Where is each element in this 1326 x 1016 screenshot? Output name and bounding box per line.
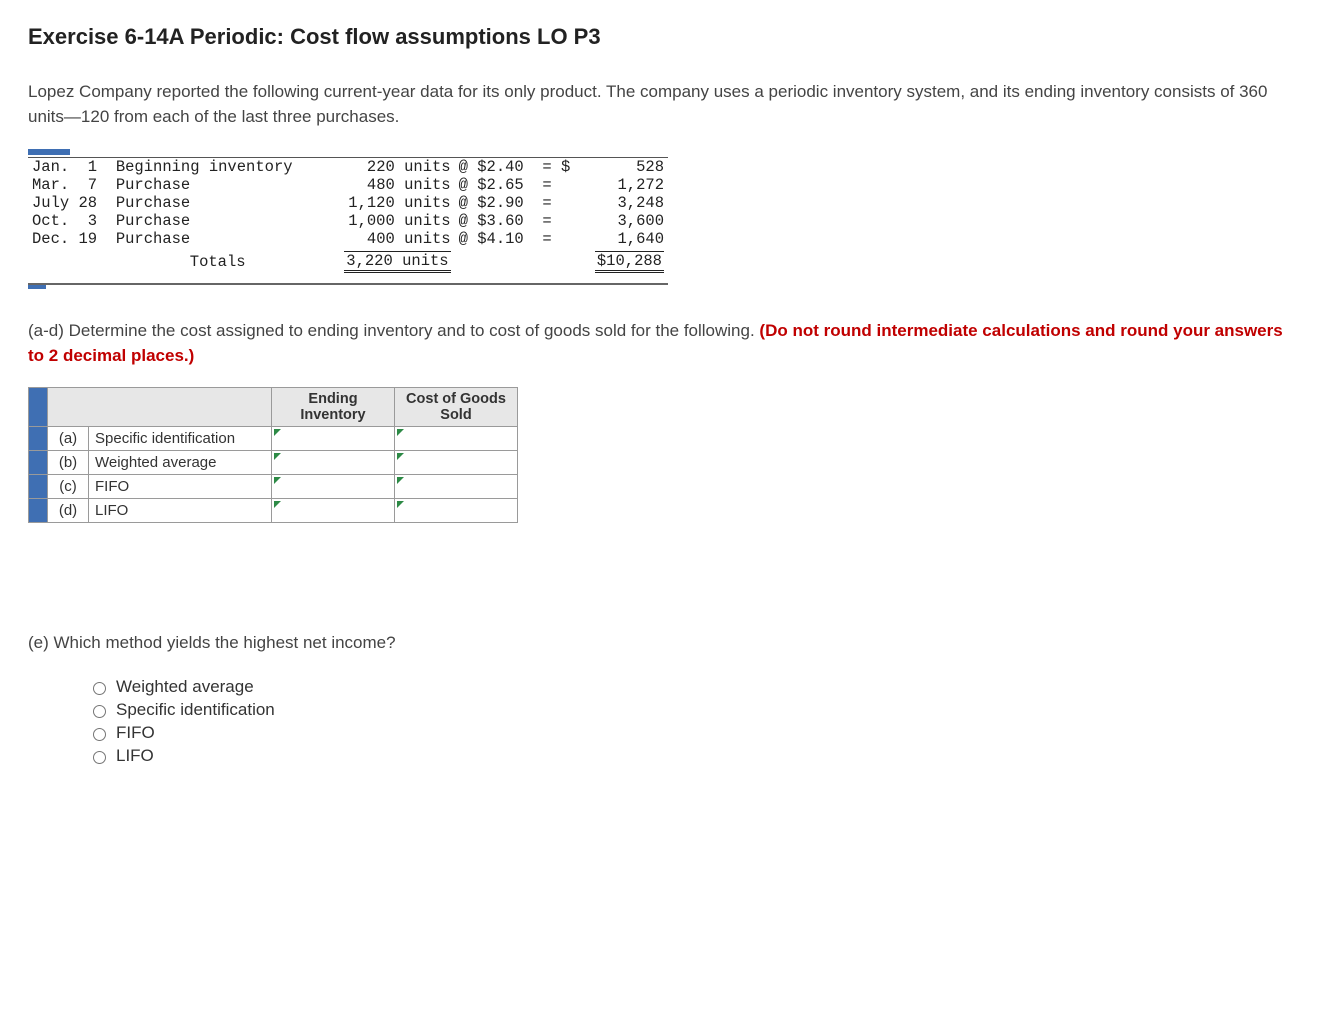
edit-indicator-icon [397,501,404,508]
option-specific-identification[interactable]: Specific identification [88,700,1298,720]
input-ei-b[interactable] [272,450,395,474]
input-cogs-b[interactable] [395,450,518,474]
input-cogs-d[interactable] [395,498,518,522]
intro-text: Lopez Company reported the following cur… [28,80,1298,129]
option-fifo[interactable]: FIFO [88,723,1298,743]
cell-amount: 1,272 [580,176,668,194]
row-method: Specific identification [89,426,272,450]
radio-specific-identification[interactable] [93,705,106,718]
radio-fifo[interactable] [93,728,106,741]
grid-row: (d) LIFO [29,498,518,522]
row-selector[interactable] [29,498,48,522]
row-letter: (d) [48,498,89,522]
cell-eq: = $ [538,158,579,177]
cell-eq: = [538,230,579,248]
header-cogs: Cost of Goods Sold [395,387,518,426]
grid-row: (b) Weighted average [29,450,518,474]
inventory-panel: Jan. 1 Beginning inventory 220 units @ $… [28,149,668,289]
grid-row: (c) FIFO [29,474,518,498]
cell-desc: Purchase [112,212,324,230]
cell-units: 400 units [324,230,455,248]
edit-indicator-icon [397,453,404,460]
cell-amount: 3,600 [580,212,668,230]
table-row: Jan. 1 Beginning inventory 220 units @ $… [28,158,668,177]
table-row: Mar. 7 Purchase 480 units @ $2.65 = 1,27… [28,176,668,194]
cell-desc: Beginning inventory [112,158,324,177]
cell-desc: Purchase [112,176,324,194]
edit-indicator-icon [397,477,404,484]
cell-eq: = [538,212,579,230]
header-selector [29,387,48,426]
selection-highlight [28,149,70,155]
options-group: Weighted average Specific identification… [88,677,1298,766]
ad-text: (a-d) Determine the cost assigned to end… [28,321,759,340]
edit-indicator-icon [397,429,404,436]
cell-at: @ $3.60 [455,212,539,230]
row-method: LIFO [89,498,272,522]
cell-units: 1,000 units [324,212,455,230]
row-letter: (a) [48,426,89,450]
option-lifo[interactable]: LIFO [88,746,1298,766]
table-row: Oct. 3 Purchase 1,000 units @ $3.60 = 3,… [28,212,668,230]
table-row: July 28 Purchase 1,120 units @ $2.90 = 3… [28,194,668,212]
option-label: Specific identification [116,700,275,720]
divider [28,283,668,285]
cell-at: @ $2.40 [455,158,539,177]
edit-indicator-icon [274,501,281,508]
question-e: (e) Which method yields the highest net … [28,633,1298,653]
edit-indicator-icon [274,453,281,460]
row-letter: (b) [48,450,89,474]
cell-date: Oct. 3 [28,212,112,230]
inventory-table: Jan. 1 Beginning inventory 220 units @ $… [28,157,668,273]
question-ad: (a-d) Determine the cost assigned to end… [28,319,1298,368]
input-ei-c[interactable] [272,474,395,498]
row-method: Weighted average [89,450,272,474]
header-ending-inventory: Ending Inventory [272,387,395,426]
cell-units: 220 units [324,158,455,177]
cell-eq: = [538,194,579,212]
option-label: Weighted average [116,677,254,697]
cell-at: @ $4.10 [455,230,539,248]
input-ei-d[interactable] [272,498,395,522]
row-letter: (c) [48,474,89,498]
cell-desc: Purchase [112,230,324,248]
cell-amount: 528 [580,158,668,177]
totals-label: Totals [112,248,324,273]
table-row: Dec. 19 Purchase 400 units @ $4.10 = 1,6… [28,230,668,248]
cell-date: Jan. 1 [28,158,112,177]
row-method: FIFO [89,474,272,498]
input-cogs-c[interactable] [395,474,518,498]
cell-amount: 3,248 [580,194,668,212]
cell-date: July 28 [28,194,112,212]
cell-at: @ $2.90 [455,194,539,212]
radio-lifo[interactable] [93,751,106,764]
header-blank [48,387,272,426]
cell-units: 1,120 units [324,194,455,212]
cell-at: @ $2.65 [455,176,539,194]
cell-units: 480 units [324,176,455,194]
cell-amount: 1,640 [580,230,668,248]
row-selector[interactable] [29,450,48,474]
radio-weighted-average[interactable] [93,682,106,695]
selection-highlight [28,285,46,289]
row-selector[interactable] [29,426,48,450]
option-label: FIFO [116,723,155,743]
cell-eq: = [538,176,579,194]
input-cogs-a[interactable] [395,426,518,450]
cell-desc: Purchase [112,194,324,212]
answer-grid: Ending Inventory Cost of Goods Sold (a) … [28,387,518,523]
page-title: Exercise 6-14A Periodic: Cost flow assum… [28,24,1298,50]
grid-row: (a) Specific identification [29,426,518,450]
edit-indicator-icon [274,477,281,484]
cell-date: Dec. 19 [28,230,112,248]
cell-date: Mar. 7 [28,176,112,194]
input-ei-a[interactable] [272,426,395,450]
totals-amount: $10,288 [595,251,664,273]
totals-units: 3,220 units [344,251,450,273]
option-weighted-average[interactable]: Weighted average [88,677,1298,697]
row-selector[interactable] [29,474,48,498]
edit-indicator-icon [274,429,281,436]
option-label: LIFO [116,746,154,766]
totals-row: Totals 3,220 units $10,288 [28,248,668,273]
